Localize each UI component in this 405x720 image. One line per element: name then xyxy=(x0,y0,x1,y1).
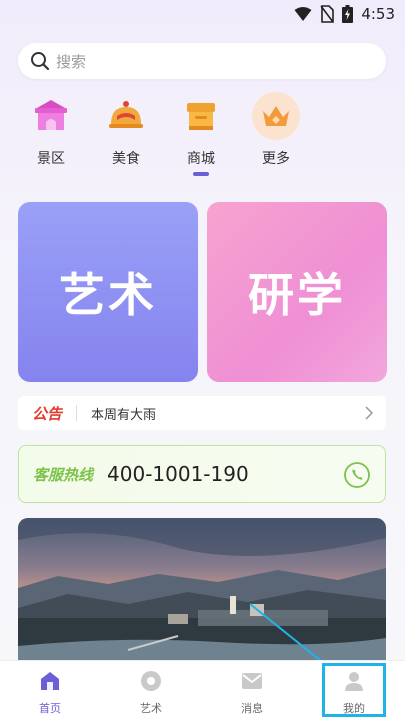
category-label: 更多 xyxy=(262,151,290,167)
study-tile[interactable]: 研学 xyxy=(207,202,387,382)
phone-icon[interactable] xyxy=(343,461,371,489)
hotline-number: 400-1001-190 xyxy=(107,462,249,486)
art-tile-label: 艺术 xyxy=(59,268,157,322)
category-store[interactable]: 商城 xyxy=(171,92,231,168)
tab-label: 消息 xyxy=(241,702,263,715)
notice-divider xyxy=(76,405,78,421)
status-bar: 4:53 xyxy=(0,0,405,30)
status-icons: 4:53 xyxy=(294,5,395,23)
battery-charging-icon xyxy=(342,5,354,23)
notice-bar[interactable]: 公告 本周有大雨 xyxy=(18,396,386,430)
hotline-card[interactable]: 客服热线 400-1001-190 xyxy=(18,445,386,503)
message-icon xyxy=(242,673,262,689)
food-cloche-icon xyxy=(102,92,150,140)
crown-icon xyxy=(252,92,300,140)
banner-image[interactable] xyxy=(18,518,386,663)
art-icon xyxy=(141,671,161,691)
hotline-label: 客服热线 xyxy=(33,465,94,484)
category-scenic[interactable]: 景区 xyxy=(21,92,81,168)
tab-art[interactable]: 艺术 xyxy=(121,669,181,716)
tab-home[interactable]: 首页 xyxy=(20,669,80,716)
category-food[interactable]: 美食 xyxy=(96,92,156,168)
status-time: 4:53 xyxy=(361,5,395,23)
search-bar[interactable]: 搜索 xyxy=(18,43,386,79)
tab-label: 首页 xyxy=(39,702,61,715)
category-label: 商城 xyxy=(187,151,215,167)
tab-label: 艺术 xyxy=(140,702,162,715)
search-icon xyxy=(31,52,50,71)
city-sunset-image xyxy=(18,518,386,663)
wifi-icon xyxy=(294,7,312,21)
highlight-box xyxy=(322,663,386,717)
no-sim-icon xyxy=(320,5,335,23)
art-tile[interactable]: 艺术 xyxy=(18,202,198,382)
store-box-icon xyxy=(177,92,225,140)
category-label: 美食 xyxy=(112,151,140,167)
search-placeholder: 搜索 xyxy=(56,52,87,71)
study-tile-label: 研学 xyxy=(248,268,346,322)
notice-text: 本周有大雨 xyxy=(91,407,157,423)
home-icon xyxy=(41,672,59,690)
category-more[interactable]: 更多 xyxy=(246,92,306,168)
category-indicator xyxy=(193,172,209,176)
category-label: 景区 xyxy=(37,151,65,167)
chevron-right-icon xyxy=(365,406,374,420)
category-row: 景区 美食 商城 更多 xyxy=(0,92,405,176)
tab-messages[interactable]: 消息 xyxy=(222,669,282,716)
notice-tag: 公告 xyxy=(32,404,63,423)
scenic-gate-icon xyxy=(27,92,75,140)
